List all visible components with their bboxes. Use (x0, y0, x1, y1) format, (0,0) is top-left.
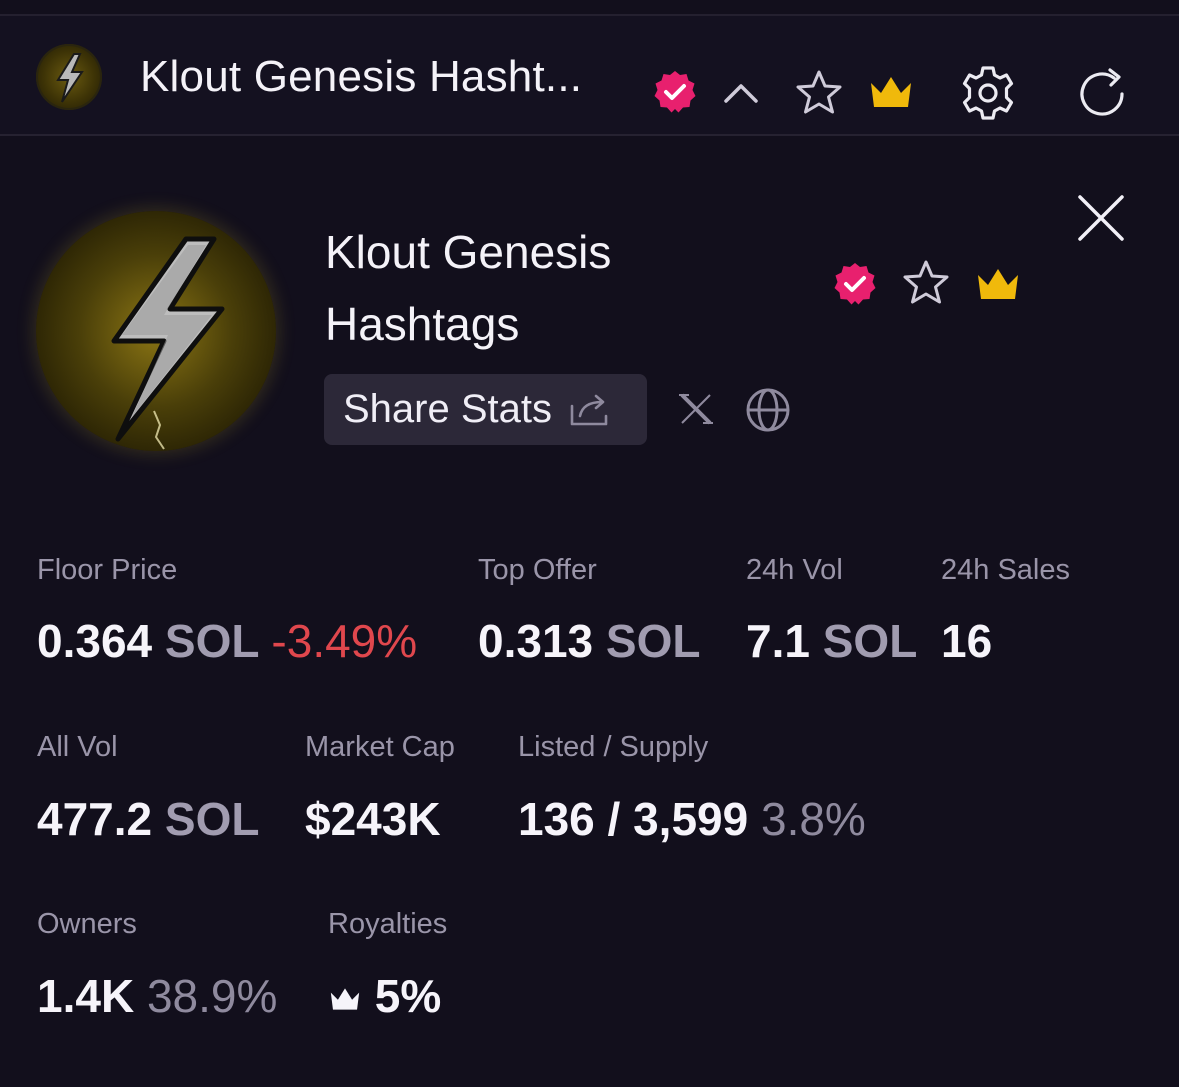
collection-image (36, 211, 276, 451)
lightning-logo (111, 236, 225, 450)
listed-supply-value: 136 / 3,599 3.8% (518, 792, 866, 846)
star-icon[interactable] (793, 68, 845, 118)
sales-24h-value: 16 (941, 615, 993, 667)
share-icon (570, 394, 608, 425)
vol-24h-amount: 7.1 (746, 615, 810, 667)
owners-label: Owners (37, 908, 137, 940)
vol-24h-unit: SOL (822, 615, 918, 667)
owners-pct: 38.9% (146, 970, 278, 1022)
collection-header-bar[interactable]: Klout Genesis Hasht... (0, 16, 1179, 136)
close-icon[interactable] (1074, 191, 1128, 245)
floor-price-change: -3.49% (271, 615, 418, 667)
top-offer-amount: 0.313 (478, 615, 594, 667)
floor-price-unit: SOL (164, 615, 259, 667)
collection-name-line2: Hashtags (325, 298, 520, 350)
top-offer-label: Top Offer (478, 554, 597, 586)
crown-icon (330, 988, 360, 1010)
floor-price-amount: 0.364 (37, 615, 153, 667)
share-stats-button[interactable]: Share Stats (324, 374, 647, 445)
chevron-up-icon[interactable] (720, 73, 762, 113)
floor-price-label: Floor Price (37, 554, 178, 586)
listed-supply-amount: 136 / 3,599 (518, 793, 749, 845)
verified-icon (654, 71, 696, 113)
royalties-label: Royalties (328, 908, 448, 940)
crown-icon[interactable] (867, 71, 915, 113)
vol-24h-label: 24h Vol (746, 554, 843, 586)
collection-name: Klout Genesis Hashtags (325, 216, 745, 360)
lightning-logo (56, 53, 84, 103)
all-vol-amount: 477.2 (37, 793, 153, 845)
crown-icon[interactable] (974, 263, 1022, 305)
verified-icon (834, 263, 876, 305)
floor-price-value: 0.364 SOL -3.49% (37, 614, 417, 668)
collection-name-line1: Klout Genesis (325, 226, 612, 278)
all-vol-label: All Vol (37, 731, 118, 763)
refresh-icon[interactable] (1074, 64, 1134, 124)
gear-icon[interactable] (957, 62, 1019, 124)
vol-24h-value: 7.1 SOL (746, 614, 917, 668)
top-offer-value: 0.313 SOL (478, 614, 700, 668)
listed-supply-label: Listed / Supply (518, 731, 709, 763)
top-offer-unit: SOL (605, 615, 701, 667)
collection-title[interactable]: Klout Genesis Hasht... (140, 52, 582, 102)
listed-supply-pct: 3.8% (760, 793, 866, 845)
globe-icon[interactable] (744, 386, 792, 434)
royalties-amount: 5% (374, 970, 442, 1022)
owners-amount: 1.4K (37, 970, 135, 1022)
share-stats-label: Share Stats (343, 387, 553, 431)
star-icon[interactable] (900, 258, 952, 308)
all-vol-unit: SOL (164, 793, 260, 845)
market-cap-value: $243K (305, 793, 441, 845)
market-cap-label: Market Cap (305, 731, 455, 763)
sales-24h-label: 24h Sales (941, 554, 1070, 586)
owners-value: 1.4K 38.9% (37, 969, 277, 1023)
collection-avatar-small[interactable] (36, 44, 102, 110)
royalties-value: 5% (328, 969, 441, 1023)
x-logo-icon[interactable] (676, 389, 716, 429)
all-vol-value: 477.2 SOL (37, 792, 259, 846)
